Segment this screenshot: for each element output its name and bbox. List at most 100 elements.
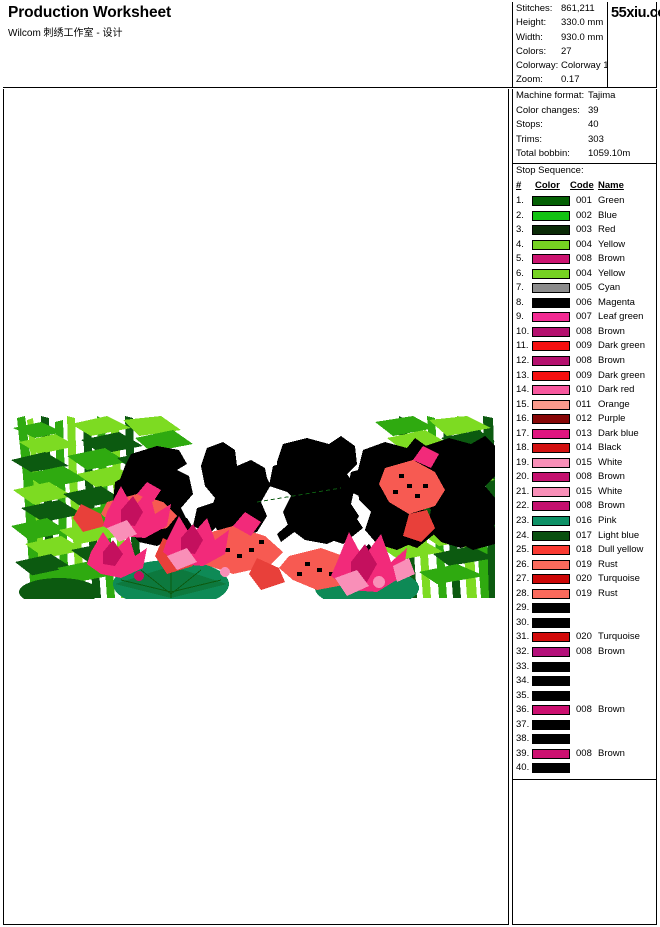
thread-name: Brown: [598, 645, 625, 657]
stop-number: 1.: [516, 195, 524, 206]
stop-sequence-row: 32. 008 Brown: [513, 645, 656, 660]
stop-sequence-row: 34.: [513, 674, 656, 689]
stop-sequence-row: 24. 017 Light blue: [513, 529, 656, 544]
thread-color-swatch: [532, 312, 570, 323]
stop-number: 14.: [516, 384, 530, 396]
stop-sequence-row: 11. 009 Dark green: [513, 339, 656, 354]
stop-sequence-row: 18. 014 Black: [513, 441, 656, 456]
thread-code: 010: [576, 384, 592, 396]
thread-code: 004: [576, 267, 592, 279]
stop-number: 11.: [516, 340, 529, 352]
stop-sequence-row: 23. 016 Pink: [513, 514, 656, 529]
stop-sequence-row: 27. 020 Turquoise: [513, 572, 656, 587]
thread-name: Yellow: [598, 238, 626, 250]
thread-code: 008: [576, 325, 592, 337]
machine-row-color-changes: Color changes: 39: [513, 104, 656, 119]
thread-code: 006: [576, 296, 592, 308]
info-row-width: Width: 930.0 mm: [513, 31, 607, 45]
stop-number: 33.: [516, 660, 530, 672]
thread-name: Brown: [598, 747, 625, 759]
info-value: 27: [561, 45, 572, 57]
thread-color-swatch: [532, 545, 570, 556]
stop-sequence-panel: Stop Sequence: # Color Code Name 1. 001 Gr…: [512, 164, 657, 780]
stop-sequence-row: 29.: [513, 601, 656, 616]
stop-number: 29.: [516, 602, 530, 614]
thread-code: 016: [576, 515, 592, 527]
stop-sequence-row: 37.: [513, 718, 656, 733]
thread-color-swatch: [532, 239, 570, 250]
thread-color-swatch: [532, 574, 570, 585]
thread-color-swatch: [532, 356, 570, 367]
thread-color-swatch: [532, 414, 570, 425]
info-row-zoom: Zoom: 0.17: [513, 73, 607, 87]
thread-code: 008: [576, 253, 592, 265]
thread-code: 007: [576, 311, 592, 323]
embroidery-design-artwork: [11, 416, 496, 599]
stop-number: 22.: [516, 500, 530, 512]
stop-sequence-heading: Stop Sequence:: [516, 165, 584, 176]
machine-value: 39: [588, 104, 599, 116]
info-label: Zoom:: [516, 74, 543, 86]
machine-label: Machine format:: [516, 90, 585, 101]
stop-number: 27.: [516, 573, 530, 585]
thread-code: 013: [576, 427, 592, 439]
production-worksheet-page: Production Worksheet Wilcom 刺绣工作室 - 设计 S…: [0, 0, 660, 927]
stop-number: 38.: [516, 733, 530, 745]
machine-label: Total bobbin:: [516, 148, 570, 160]
thread-code: 019: [576, 558, 592, 570]
thread-code: 003: [576, 224, 592, 236]
info-label: Colors:: [516, 45, 547, 57]
machine-row-stops: Stops: 40: [513, 118, 656, 133]
thread-color-swatch: [532, 588, 570, 599]
thread-color-swatch: [532, 457, 570, 468]
design-info-table: Stitches: 861,211 Height: 330.0 mm Width…: [512, 2, 608, 88]
thread-color-swatch: [532, 225, 570, 236]
thread-name: Brown: [598, 355, 625, 367]
stop-sequence-row: 10. 008 Brown: [513, 325, 656, 340]
info-value: 330.0 mm: [561, 17, 604, 29]
stop-sequence-row: 16. 012 Purple: [513, 412, 656, 427]
stop-sequence-row: 35.: [513, 689, 656, 704]
thread-color-swatch: [532, 719, 570, 730]
thread-code: 011: [576, 398, 592, 410]
stop-number: 4.: [516, 238, 524, 250]
design-preview-panel: [3, 89, 509, 925]
stop-number: 2.: [516, 209, 524, 221]
thread-name: Pink: [598, 515, 617, 527]
machine-value: 303: [588, 133, 604, 145]
info-label: Colorway:: [516, 60, 559, 72]
stop-number: 18.: [516, 442, 530, 454]
thread-code: 008: [576, 355, 592, 367]
thread-code: 017: [576, 529, 592, 541]
thread-name: Blue: [598, 209, 618, 221]
thread-color-swatch: [532, 428, 570, 439]
thread-color-swatch: [532, 196, 570, 206]
thread-code: 004: [576, 238, 592, 250]
machine-value: 40: [588, 119, 599, 131]
thread-color-swatch: [532, 341, 570, 352]
stop-sequence-row: 9. 007 Leaf green: [513, 310, 656, 325]
info-row-colorway: Colorway: Colorway 1: [513, 59, 607, 73]
info-label: Height:: [516, 17, 547, 29]
stop-sequence-row: 13. 009 Dark green: [513, 369, 656, 384]
thread-name: Orange: [598, 398, 630, 410]
brand-box: 55xiu.com: [608, 2, 660, 88]
stop-sequence-row: 6. 004 Yellow: [513, 267, 656, 282]
stop-sequence-row: 19. 015 White: [513, 456, 656, 471]
thread-color-swatch: [532, 661, 570, 672]
thread-name: Brown: [598, 253, 625, 265]
stop-number: 34.: [516, 675, 530, 687]
stop-sequence-row: 30.: [513, 616, 656, 631]
stop-sequence-column-headers: # Color Code Name: [513, 180, 656, 193]
info-value: Colorway 1: [561, 60, 607, 72]
thread-code: 001: [576, 195, 592, 206]
stop-number: 20.: [516, 471, 530, 483]
stop-number: 26.: [516, 558, 530, 570]
thread-code: 008: [576, 645, 592, 657]
info-value: 0.17: [561, 74, 580, 86]
thread-name: Leaf green: [598, 311, 644, 323]
stop-sequence-row: 1. 001 Green: [513, 194, 656, 209]
thread-code: 008: [576, 747, 592, 759]
stop-number: 32.: [516, 645, 530, 657]
thread-name: Turquoise: [598, 573, 640, 585]
